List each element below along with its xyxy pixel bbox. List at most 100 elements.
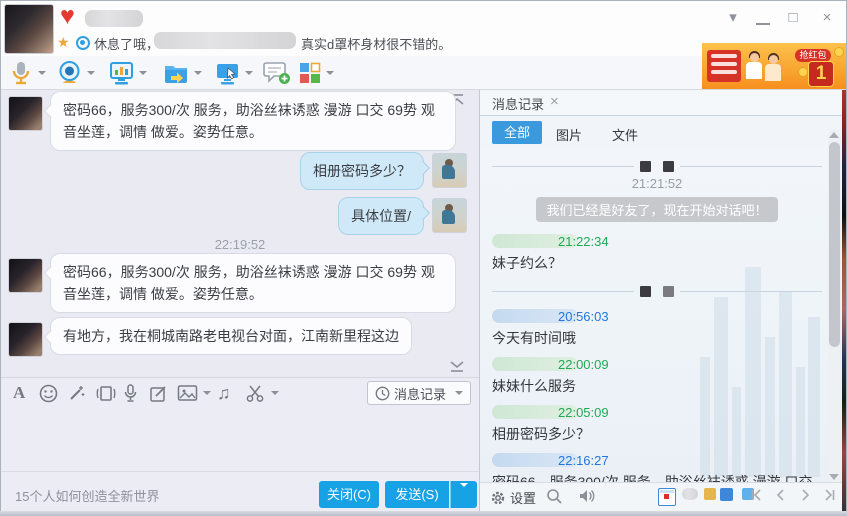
search-button[interactable] [546, 488, 563, 505]
video-call-caret[interactable] [87, 71, 95, 75]
contact-name-redacted [85, 10, 143, 27]
last-page-icon[interactable] [822, 488, 836, 502]
video-call-button[interactable] [57, 60, 95, 86]
audio-record-button[interactable] [123, 383, 138, 403]
incoming-bubble: 密码66，服务300/次 服务，助浴丝袜诱惑 漫游 口交 69势 观音坐莲，调情… [50, 91, 456, 151]
gear-icon [490, 490, 506, 506]
voice-call-button[interactable] [9, 60, 46, 86]
magic-wand-button[interactable] [67, 383, 86, 403]
history-button-caret[interactable] [455, 391, 463, 395]
speaker-icon [578, 488, 596, 504]
monitor-chart-icon [109, 61, 134, 86]
calendar-icon [658, 488, 676, 506]
image-caret[interactable] [203, 391, 211, 395]
apps-caret[interactable] [326, 71, 334, 75]
voice-call-caret[interactable] [38, 71, 46, 75]
scrollbar-up-arrow[interactable] [829, 132, 839, 138]
music-button[interactable]: ♫ [217, 383, 231, 403]
ad-person-body [746, 62, 762, 79]
scrollbar-thumb[interactable] [829, 142, 840, 347]
picture-icon [177, 384, 198, 402]
self-avatar[interactable] [432, 153, 467, 188]
message-text: 密码66，服务300/次 服务，助浴丝袜诱惑 漫游 口交 69势 观音坐莲，调情… [63, 102, 435, 140]
message-plus-icon [263, 60, 291, 86]
window-shake-button[interactable] [95, 383, 117, 403]
signature-redacted [154, 32, 296, 49]
remote-desktop-button[interactable] [215, 60, 253, 86]
star-vip-icon[interactable]: ★ [57, 34, 70, 51]
history-content: 21:21:52 我们已经是好友了，现在开始对话吧！ 21:22:34 妹子约么… [480, 147, 846, 483]
microphone-icon [9, 60, 33, 86]
self-avatar[interactable] [432, 198, 467, 233]
peer-avatar[interactable] [8, 258, 43, 293]
webcam-icon [57, 60, 82, 86]
qq-chat-window: ♥ ★ 休息了哦， 真实d罩杯身材很不错的。 ▾ □ × [0, 0, 847, 513]
chat-column: 密码66，服务300/次 服务，助浴丝袜诱惑 漫游 口交 69势 观音坐莲，调情… [1, 90, 480, 512]
ad-banner[interactable]: 抢红包 1 [702, 43, 846, 89]
window-menu-button[interactable]: ▾ [722, 9, 744, 27]
ad-person2-body [765, 64, 781, 81]
file-transfer-button[interactable] [163, 60, 202, 86]
emoji-button[interactable] [39, 383, 58, 403]
filter-tab-files[interactable]: 文件 [612, 125, 638, 144]
redacted-name-block [640, 161, 651, 172]
close-button[interactable]: × [816, 9, 838, 27]
ad-person-face [750, 53, 759, 62]
calendar-button[interactable] [658, 488, 676, 506]
record-timestamp: 21:21:52 [492, 176, 822, 191]
outgoing-bubble: 具体位置/ [338, 197, 424, 235]
mic-small-icon [123, 384, 138, 403]
scrollbar-down-arrow[interactable] [829, 474, 839, 480]
image-button[interactable] [177, 383, 211, 403]
input-toolbar: A ♫ [1, 377, 479, 408]
maximize-button[interactable]: □ [782, 9, 804, 27]
system-message: 我们已经是好友了，现在开始对话吧！ [492, 197, 822, 222]
first-page-icon[interactable] [750, 488, 764, 502]
file-transfer-caret[interactable] [194, 71, 202, 75]
message-input[interactable] [1, 408, 479, 471]
history-footer: 设置 [480, 482, 846, 512]
prev-page-icon[interactable] [774, 488, 788, 502]
teaser-link[interactable]: 15个人如何创造全新世界 [15, 486, 159, 505]
history-tab-close-icon[interactable]: × [550, 93, 559, 110]
search-icon [546, 488, 563, 505]
message-row: 具体位置/ [1, 197, 479, 235]
presentation-button[interactable] [109, 60, 147, 86]
scroll-to-bottom-icon[interactable] [449, 360, 465, 373]
history-pagination [750, 488, 836, 502]
outgoing-bubble: 相册密码多少？ [300, 152, 424, 190]
record-entry-head: 21:22:34 [492, 232, 822, 250]
compose-button[interactable] [149, 383, 168, 403]
contact-avatar[interactable] [4, 4, 54, 54]
filter-tab-all[interactable]: 全部 [492, 121, 542, 144]
screenshot-button[interactable] [245, 383, 279, 403]
message-history-button[interactable]: 消息记录 [367, 381, 471, 405]
record-separator [492, 286, 822, 297]
apps-button[interactable] [299, 60, 334, 86]
ad-coin [798, 67, 808, 77]
message-text: 具体位置/ [351, 208, 411, 224]
monitor-cursor-icon [215, 61, 240, 86]
sound-button[interactable] [578, 488, 596, 504]
peer-avatar[interactable] [8, 322, 43, 357]
send-button[interactable]: 发送(S) [385, 481, 449, 508]
app-grid-icon [299, 62, 321, 84]
presentation-caret[interactable] [139, 71, 147, 75]
filter-tab-images[interactable]: 图片 [556, 125, 582, 144]
close-chat-button[interactable]: 关闭(C) [319, 481, 379, 508]
send-options-button[interactable] [450, 481, 477, 508]
incoming-bubble: 密码66，服务300/次 服务，助浴丝袜诱惑 漫游 口交 69势 观音坐莲，调情… [50, 253, 456, 313]
minimize-button[interactable] [756, 11, 770, 25]
history-tab-title[interactable]: 消息记录 [492, 94, 544, 113]
settings-button[interactable]: 设置 [490, 488, 536, 507]
create-group-button[interactable] [263, 60, 291, 86]
record-message: 相册密码多少？ [492, 424, 822, 445]
smiley-icon [39, 384, 58, 403]
qzone-icon[interactable] [76, 36, 90, 50]
font-style-button[interactable]: A [13, 383, 25, 403]
ad-person2-face [769, 55, 778, 64]
peer-avatar[interactable] [8, 96, 43, 131]
remote-desktop-caret[interactable] [245, 71, 253, 75]
next-page-icon[interactable] [798, 488, 812, 502]
screenshot-caret[interactable] [271, 391, 279, 395]
